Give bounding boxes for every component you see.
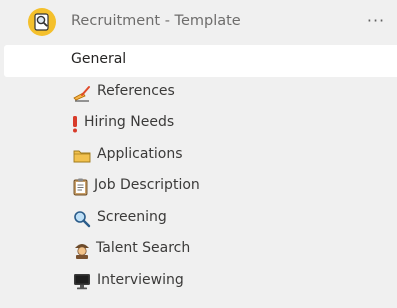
channel-interviewing[interactable]: Interviewing [0, 266, 397, 298]
channel-label: Interviewing [97, 271, 184, 288]
channel-applications[interactable]: Applications [0, 140, 397, 172]
channel-label: Screening [97, 208, 167, 225]
team-name[interactable]: Recruitment - Template [71, 13, 241, 29]
team-avatar [28, 8, 56, 36]
team-header[interactable]: Recruitment - Template ··· [0, 0, 397, 46]
channel-screening[interactable]: Screening [0, 203, 397, 235]
channel-label: Hiring Needs [84, 114, 175, 130]
channel-general[interactable]: General [4, 45, 397, 77]
computer-monitor-icon [73, 273, 91, 291]
clipboard-icon [71, 178, 89, 196]
channel-label: Job Description [94, 177, 200, 193]
channel-label: Talent Search [96, 240, 191, 256]
channel-label: General [71, 51, 127, 67]
channel-talent-search[interactable]: Talent Search [0, 234, 397, 266]
channel-label: References [97, 82, 175, 99]
magnifier-on-note-icon [34, 13, 49, 31]
channel-list: General References Hiring Needs Applicat… [0, 45, 397, 297]
folder-icon [73, 147, 91, 165]
channel-job-description[interactable]: Job Description [0, 171, 397, 203]
writing-hand-icon [73, 84, 91, 102]
channel-references[interactable]: References [0, 77, 397, 109]
detective-icon [73, 241, 91, 259]
exclamation-icon [70, 115, 80, 133]
more-options-button[interactable]: ··· [362, 11, 390, 33]
channel-hiring-needs[interactable]: Hiring Needs [0, 108, 397, 140]
magnifier-icon [73, 210, 91, 228]
channel-label: Applications [97, 145, 183, 162]
